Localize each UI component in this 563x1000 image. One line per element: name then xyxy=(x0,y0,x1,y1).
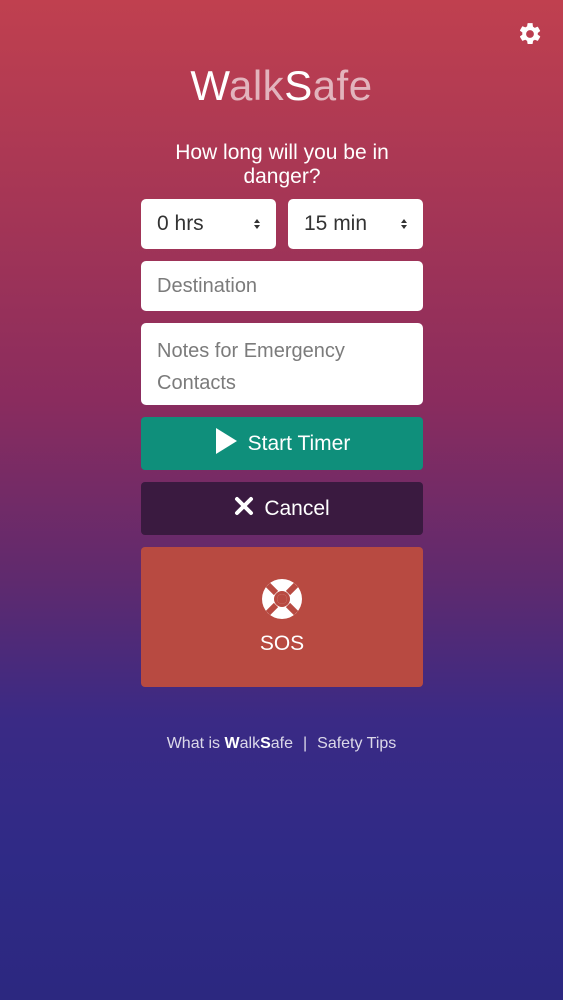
footer-separator: | xyxy=(302,735,308,752)
start-timer-button[interactable]: Start Timer xyxy=(141,417,423,470)
notes-placeholder: Notes for Emergency Contacts xyxy=(157,340,345,394)
safety-tips-link[interactable]: Safety Tips xyxy=(317,735,396,752)
sos-button[interactable]: SOS xyxy=(141,547,423,687)
hours-select[interactable]: 0 hrs xyxy=(141,199,276,249)
minutes-select[interactable]: 15 min xyxy=(288,199,423,249)
life-ring-icon xyxy=(262,579,302,619)
settings-button[interactable] xyxy=(517,21,543,47)
hours-select-value: 0 hrs xyxy=(157,212,204,235)
play-icon xyxy=(214,427,238,461)
minutes-select-value: 15 min xyxy=(304,212,368,235)
cancel-button[interactable]: Cancel xyxy=(141,482,423,535)
select-caret-icon xyxy=(401,219,407,229)
close-icon xyxy=(234,496,254,522)
gear-icon xyxy=(519,23,541,44)
destination-input[interactable]: Destination xyxy=(141,261,423,311)
app-logo: WalkSafe xyxy=(190,62,373,109)
cancel-label: Cancel xyxy=(264,496,330,520)
start-timer-label: Start Timer xyxy=(247,431,351,455)
sos-label: SOS xyxy=(259,632,305,655)
notes-textarea[interactable]: Notes for Emergency Contacts xyxy=(141,323,423,405)
what-is-walksafe-link[interactable]: What is WalkSafe xyxy=(167,735,293,752)
destination-placeholder: Destination xyxy=(157,275,258,297)
select-caret-icon xyxy=(254,219,260,229)
duration-question: How long will you be in danger? xyxy=(175,141,389,188)
footer-links: What is WalkSafe | Safety Tips xyxy=(0,734,563,754)
